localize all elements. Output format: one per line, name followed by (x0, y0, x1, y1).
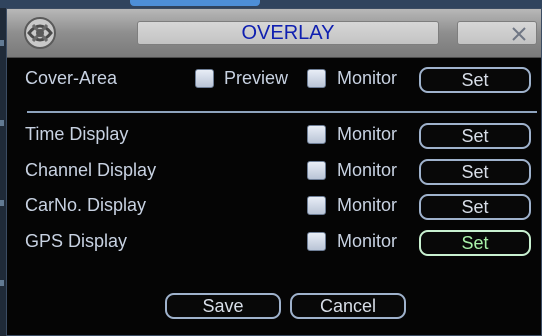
channel-display-monitor-label: Monitor (337, 160, 398, 180)
cover-area-monitor-checkbox[interactable] (307, 69, 326, 88)
time-display-monitor-checkbox[interactable] (307, 125, 326, 144)
cover-area-label: Cover-Area (25, 68, 118, 88)
channel-display-monitor-checkbox[interactable] (307, 161, 326, 180)
app-logo-icon (24, 17, 56, 49)
gps-display-monitor-label: Monitor (337, 231, 398, 251)
time-display-set-button[interactable]: Set (419, 123, 531, 149)
section-divider (27, 111, 537, 113)
carno-display-set-button[interactable]: Set (419, 194, 531, 220)
time-display-monitor-label: Monitor (337, 124, 398, 144)
background-tab-accent (130, 0, 260, 6)
close-icon[interactable] (507, 22, 531, 46)
overlay-dialog: OVERLAY Cover-Area Preview Monitor Set T… (6, 8, 542, 336)
channel-display-label: Channel Display (25, 160, 157, 180)
gps-display-label: GPS Display (25, 231, 128, 251)
background-desktop (0, 0, 542, 8)
cover-area-monitor-label: Monitor (337, 68, 398, 88)
gps-display-set-button[interactable]: Set (419, 230, 531, 256)
channel-display-set-button[interactable]: Set (419, 159, 531, 185)
gps-display-monitor-checkbox[interactable] (307, 232, 326, 251)
carno-display-monitor-checkbox[interactable] (307, 196, 326, 215)
title-bar: OVERLAY (7, 9, 541, 58)
carno-display-label: CarNo. Display (25, 195, 147, 215)
cover-area-preview-label: Preview (224, 68, 289, 88)
cover-area-preview-checkbox[interactable] (195, 69, 214, 88)
carno-display-monitor-label: Monitor (337, 195, 398, 215)
cancel-button[interactable]: Cancel (290, 293, 406, 319)
save-button[interactable]: Save (165, 293, 281, 319)
time-display-label: Time Display (25, 124, 129, 144)
cover-area-set-button[interactable]: Set (419, 67, 531, 93)
dialog-title: OVERLAY (137, 21, 439, 45)
